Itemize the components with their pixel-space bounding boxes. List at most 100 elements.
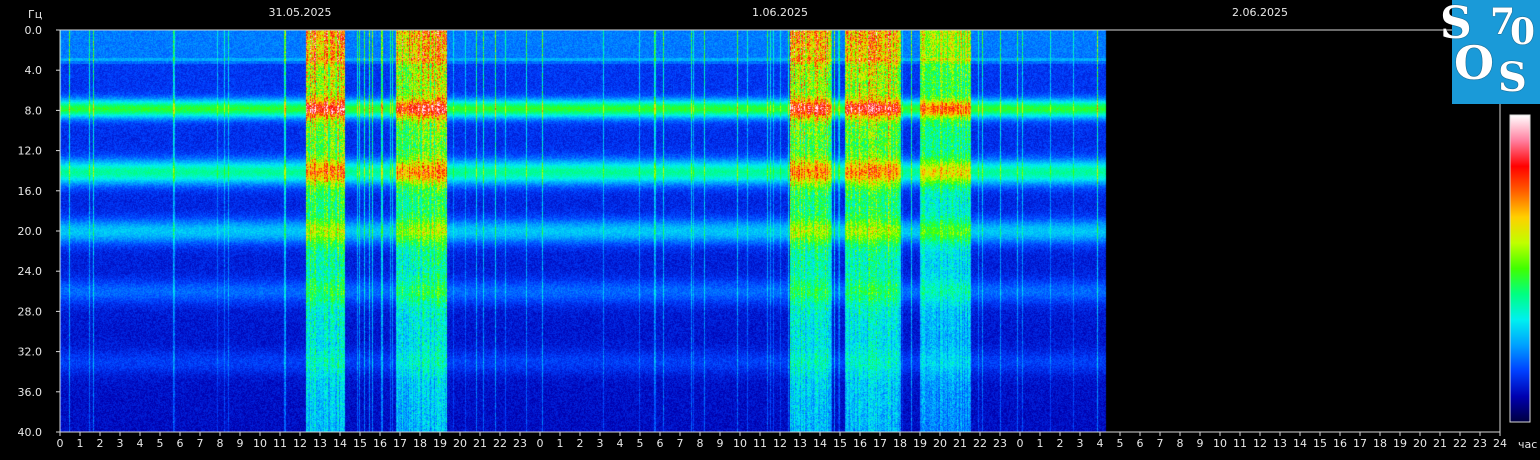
date-label: 2.06.2025 <box>1232 6 1288 19</box>
x-tick-label: 24 <box>1493 437 1507 450</box>
y-axis-label: Гц <box>28 8 42 21</box>
x-tick-label: 23 <box>513 437 527 450</box>
x-tick-label: 16 <box>1333 437 1347 450</box>
x-tick-label: 20 <box>453 437 467 450</box>
color-scale-bar <box>1509 114 1531 423</box>
x-tick-label: 6 <box>657 437 664 450</box>
x-tick-label: 15 <box>833 437 847 450</box>
x-tick-label: 9 <box>717 437 724 450</box>
x-tick-label: 1 <box>557 437 564 450</box>
x-tick-label: 11 <box>273 437 287 450</box>
x-tick-label: 22 <box>493 437 507 450</box>
x-tick-label: 12 <box>293 437 307 450</box>
x-tick-label: 23 <box>993 437 1007 450</box>
x-axis-label: час <box>1518 438 1537 451</box>
y-tick-label: 28.0 <box>18 305 43 318</box>
color-scale-gradient <box>1509 114 1531 423</box>
x-tick-label: 14 <box>333 437 347 450</box>
x-tick-label: 0 <box>1017 437 1024 450</box>
x-tick-label: 3 <box>1077 437 1084 450</box>
logo-letter-s2: S <box>1498 54 1527 101</box>
x-tick-label: 12 <box>1253 437 1267 450</box>
x-tick-label: 16 <box>373 437 387 450</box>
x-tick-label: 17 <box>1353 437 1367 450</box>
x-tick-label: 19 <box>913 437 927 450</box>
x-tick-label: 0 <box>57 437 64 450</box>
x-tick-label: 1 <box>77 437 84 450</box>
x-tick-label: 13 <box>313 437 327 450</box>
x-tick-label: 16 <box>853 437 867 450</box>
x-axis-ticks: 0 1 2 3 4 5 6 7 8 9 10 11 12 13 14 15 16 17 18 19 20 21 22 23 0 1… <box>57 432 1507 450</box>
y-tick-label: 20.0 <box>18 225 43 238</box>
x-tick-label: 13 <box>793 437 807 450</box>
x-tick-label: 9 <box>237 437 244 450</box>
date-label: 31.05.2025 <box>269 6 332 19</box>
x-tick-label: 1 <box>1037 437 1044 450</box>
date-label: 1.06.2025 <box>752 6 808 19</box>
sos70-logo: S 7 0 O S <box>1436 0 1540 104</box>
x-tick-label: 7 <box>1157 437 1164 450</box>
x-tick-label: 7 <box>677 437 684 450</box>
x-tick-label: 10 <box>253 437 267 450</box>
x-tick-label: 18 <box>893 437 907 450</box>
x-tick-label: 7 <box>197 437 204 450</box>
x-tick-label: 15 <box>353 437 367 450</box>
y-axis-ticks: 0.0 4.0 8.0 12.0 16.0 20.0 24.0 28.0 32.0 36.0 40.… <box>18 24 60 439</box>
x-tick-label: 17 <box>393 437 407 450</box>
x-tick-label: 5 <box>1117 437 1124 450</box>
y-tick-label: 8.0 <box>25 104 43 117</box>
y-tick-label: 36.0 <box>18 386 43 399</box>
x-tick-label: 18 <box>1373 437 1387 450</box>
x-tick-label: 21 <box>473 437 487 450</box>
x-tick-label: 3 <box>117 437 124 450</box>
x-tick-label: 15 <box>1313 437 1327 450</box>
x-tick-label: 22 <box>1453 437 1467 450</box>
x-tick-label: 9 <box>1197 437 1204 450</box>
spectrogram-heatmap <box>60 30 1500 432</box>
x-tick-label: 20 <box>933 437 947 450</box>
x-tick-label: 5 <box>637 437 644 450</box>
x-tick-label: 10 <box>733 437 747 450</box>
y-tick-label: 0.0 <box>25 24 43 37</box>
x-tick-label: 19 <box>1393 437 1407 450</box>
x-tick-label: 2 <box>1057 437 1064 450</box>
x-tick-label: 12 <box>773 437 787 450</box>
x-tick-label: 4 <box>137 437 144 450</box>
logo-letter-0: 0 <box>1510 11 1536 53</box>
x-tick-label: 22 <box>973 437 987 450</box>
y-tick-label: 12.0 <box>18 145 43 158</box>
x-tick-label: 14 <box>813 437 827 450</box>
x-tick-label: 3 <box>597 437 604 450</box>
logo-letter-o: O <box>1454 36 1495 90</box>
date-labels: 31.05.2025 1.06.2025 2.06.2025 <box>269 6 1288 19</box>
x-tick-label: 13 <box>1273 437 1287 450</box>
x-tick-label: 17 <box>873 437 887 450</box>
x-tick-label: 6 <box>177 437 184 450</box>
x-tick-label: 18 <box>413 437 427 450</box>
x-tick-label: 11 <box>1233 437 1247 450</box>
y-tick-label: 40.0 <box>18 426 43 439</box>
y-tick-label: 24.0 <box>18 265 43 278</box>
x-tick-label: 21 <box>1433 437 1447 450</box>
x-tick-label: 14 <box>1293 437 1307 450</box>
spectrogram-chart: 31.05.2025 1.06.2025 2.06.2025 Гц 0.0 4.0 8.… <box>18 6 1538 451</box>
y-tick-label: 32.0 <box>18 346 43 359</box>
x-tick-label: 8 <box>217 437 224 450</box>
x-tick-label: 4 <box>617 437 624 450</box>
y-tick-label: 16.0 <box>18 185 43 198</box>
x-tick-label: 8 <box>697 437 704 450</box>
x-tick-label: 2 <box>577 437 584 450</box>
x-tick-label: 10 <box>1213 437 1227 450</box>
x-tick-label: 6 <box>1137 437 1144 450</box>
x-tick-label: 2 <box>97 437 104 450</box>
x-tick-label: 0 <box>537 437 544 450</box>
x-tick-label: 23 <box>1473 437 1487 450</box>
x-tick-label: 4 <box>1097 437 1104 450</box>
x-tick-label: 5 <box>157 437 164 450</box>
x-tick-label: 21 <box>953 437 967 450</box>
x-tick-label: 20 <box>1413 437 1427 450</box>
y-tick-label: 4.0 <box>25 64 43 77</box>
spectrogram-canvas <box>60 30 1500 432</box>
x-tick-label: 8 <box>1177 437 1184 450</box>
x-tick-label: 19 <box>433 437 447 450</box>
